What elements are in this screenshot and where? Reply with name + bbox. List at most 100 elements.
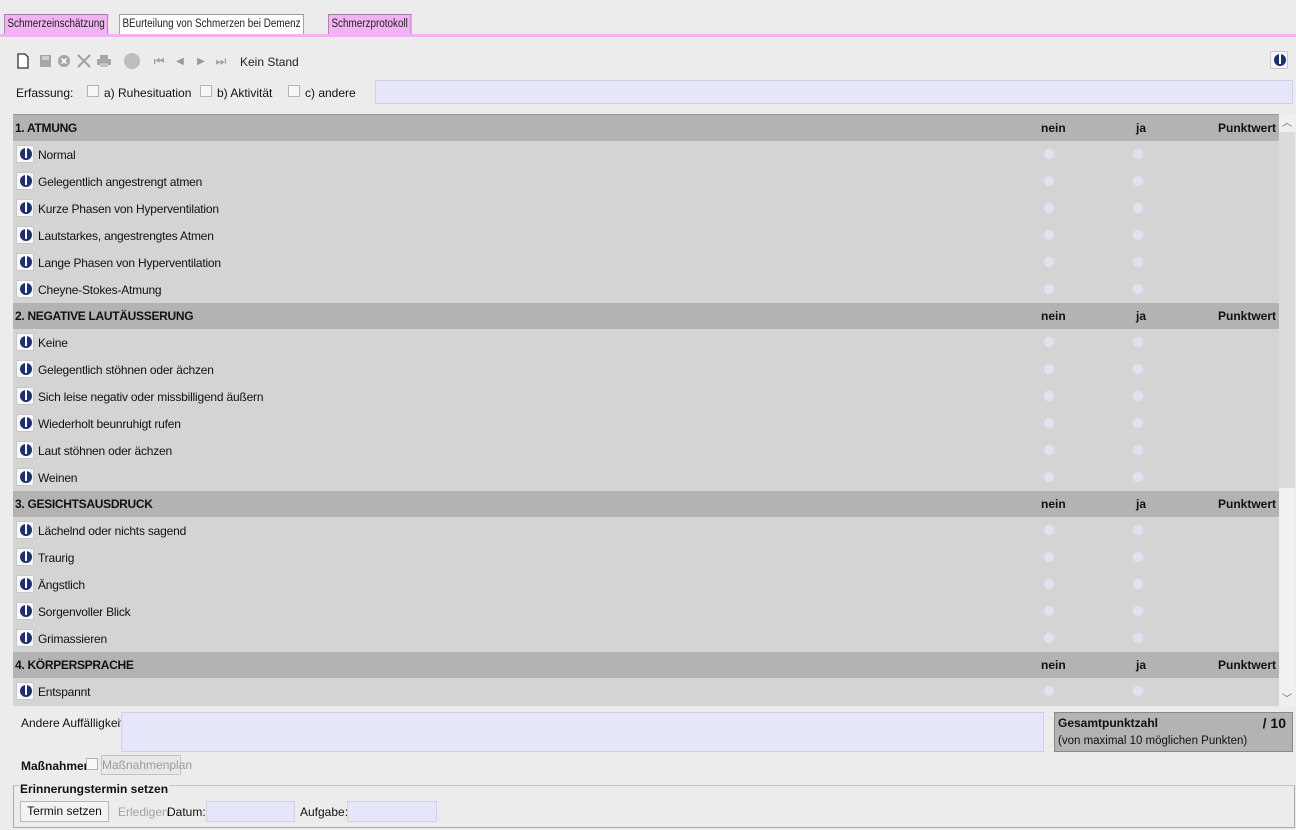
vertical-scrollbar[interactable]: ︿ ﹀	[1279, 114, 1295, 706]
column-nein-header: nein	[1041, 121, 1066, 135]
ja-radio[interactable]	[1132, 229, 1144, 241]
erfassung-andere-input[interactable]	[375, 80, 1293, 104]
info-icon[interactable]	[16, 575, 34, 593]
nein-radio[interactable]	[1043, 417, 1055, 429]
nein-radio[interactable]	[1043, 283, 1055, 295]
criterion-label: Lächelnd oder nichts sagend	[38, 524, 187, 538]
datum-input[interactable]	[206, 801, 295, 822]
criterion-label: Gelegentlich stöhnen oder ächzen	[38, 363, 214, 377]
nein-radio[interactable]	[1043, 551, 1055, 563]
previous-record-icon[interactable]: ◀	[174, 52, 186, 70]
info-icon[interactable]	[16, 521, 34, 539]
info-icon[interactable]	[16, 682, 34, 700]
nein-radio[interactable]	[1043, 202, 1055, 214]
nein-radio[interactable]	[1043, 256, 1055, 268]
ja-radio[interactable]	[1132, 390, 1144, 402]
scroll-thumb[interactable]	[1279, 132, 1295, 488]
ja-radio[interactable]	[1132, 632, 1144, 644]
criterion-row: Weinen	[13, 464, 1295, 491]
info-icon[interactable]	[16, 387, 34, 405]
scroll-down-icon[interactable]: ﹀	[1279, 690, 1295, 706]
ja-radio[interactable]	[1132, 363, 1144, 375]
nein-radio[interactable]	[1043, 605, 1055, 617]
info-icon[interactable]	[16, 253, 34, 271]
ja-radio[interactable]	[1132, 471, 1144, 483]
info-icon[interactable]	[16, 468, 34, 486]
ja-radio[interactable]	[1132, 551, 1144, 563]
assessment-list[interactable]: 1. ATMUNG nein ja Punktwert Normal Gelegentli…	[13, 114, 1295, 706]
criterion-label: Gelegentlich angestrengt atmen	[38, 175, 203, 189]
massnahmen-checkbox[interactable]	[86, 758, 98, 770]
nein-radio[interactable]	[1043, 363, 1055, 375]
info-icon[interactable]	[16, 333, 34, 351]
erfassung-label: Erfassung:	[16, 86, 74, 100]
ja-radio[interactable]	[1132, 685, 1144, 697]
tab-schmerzprotokoll[interactable]: Schmerzprotokoll	[328, 14, 412, 34]
ja-radio[interactable]	[1132, 202, 1144, 214]
nein-radio[interactable]	[1043, 578, 1055, 590]
ja-radio[interactable]	[1132, 256, 1144, 268]
ja-radio[interactable]	[1132, 605, 1144, 617]
gesamtpunktzahl-panel: Gesamtpunktzahl / 10 (von maximal 10 mög…	[1054, 712, 1293, 752]
ja-radio[interactable]	[1132, 444, 1144, 456]
criterion-row: Sorgenvoller Blick	[13, 598, 1295, 625]
nein-radio[interactable]	[1043, 390, 1055, 402]
info-icon[interactable]	[16, 441, 34, 459]
cancel-icon[interactable]	[57, 52, 71, 70]
nein-radio[interactable]	[1043, 632, 1055, 644]
ja-radio[interactable]	[1132, 283, 1144, 295]
first-record-icon[interactable]: ⏮	[153, 52, 165, 70]
erledigen-button[interactable]: Erledigen	[118, 805, 169, 819]
save-icon[interactable]	[38, 52, 52, 70]
info-icon[interactable]	[16, 145, 34, 163]
info-icon[interactable]	[16, 172, 34, 190]
andere-checkbox[interactable]	[288, 85, 300, 97]
tab-schmerzeinschaetzung[interactable]: Schmerzeinschätzung	[4, 14, 109, 34]
aufgabe-input[interactable]	[347, 801, 437, 822]
info-icon[interactable]	[16, 199, 34, 217]
criterion-row: Traurig	[13, 544, 1295, 571]
record-circle-icon[interactable]	[123, 52, 141, 70]
ja-radio[interactable]	[1132, 524, 1144, 536]
column-nein-header: nein	[1041, 658, 1066, 672]
massnahmenplan-button[interactable]: Maßnahmenplan	[101, 755, 192, 775]
info-icon[interactable]	[1270, 51, 1288, 69]
criterion-label: Lange Phasen von Hyperventilation	[38, 256, 221, 270]
ja-radio[interactable]	[1132, 336, 1144, 348]
info-icon[interactable]	[16, 548, 34, 566]
aktivitaet-checkbox[interactable]	[200, 85, 212, 97]
new-document-icon[interactable]	[16, 52, 30, 70]
info-icon[interactable]	[16, 360, 34, 378]
criterion-label: Ängstlich	[38, 578, 85, 592]
nein-radio[interactable]	[1043, 524, 1055, 536]
termin-setzen-button[interactable]: Termin setzen	[20, 801, 109, 822]
info-icon[interactable]	[16, 414, 34, 432]
nein-radio[interactable]	[1043, 471, 1055, 483]
info-icon[interactable]	[16, 602, 34, 620]
massnahmen-label: Maßnahmen:	[21, 759, 96, 773]
andere-auffaelligkeiten-input[interactable]	[121, 712, 1044, 752]
next-record-icon[interactable]: ▶	[195, 52, 207, 70]
nein-radio[interactable]	[1043, 336, 1055, 348]
info-icon[interactable]	[16, 280, 34, 298]
ja-radio[interactable]	[1132, 175, 1144, 187]
nein-radio[interactable]	[1043, 148, 1055, 160]
nein-radio[interactable]	[1043, 444, 1055, 456]
print-icon[interactable]	[96, 52, 112, 70]
toolbar: ⏮ ◀ ▶ ⏭ Kein Stand	[0, 45, 1296, 75]
ja-radio[interactable]	[1132, 578, 1144, 590]
scroll-up-icon[interactable]: ︿	[1279, 114, 1295, 130]
tab-beurteilung-demenz[interactable]: BEurteilung von Schmerzen bei Demenz	[119, 14, 305, 34]
ja-radio[interactable]	[1132, 417, 1144, 429]
nein-radio[interactable]	[1043, 229, 1055, 241]
ruhesituation-checkbox[interactable]	[87, 85, 99, 97]
nein-radio[interactable]	[1043, 685, 1055, 697]
nein-radio[interactable]	[1043, 175, 1055, 187]
info-icon[interactable]	[16, 629, 34, 647]
delete-icon[interactable]	[76, 52, 92, 70]
last-record-icon[interactable]: ⏭	[215, 52, 227, 70]
ja-radio[interactable]	[1132, 148, 1144, 160]
criterion-row: Keine	[13, 329, 1295, 356]
info-icon[interactable]	[16, 226, 34, 244]
tab-bar: Schmerzeinschätzung BEurteilung von Schm…	[0, 0, 1296, 36]
